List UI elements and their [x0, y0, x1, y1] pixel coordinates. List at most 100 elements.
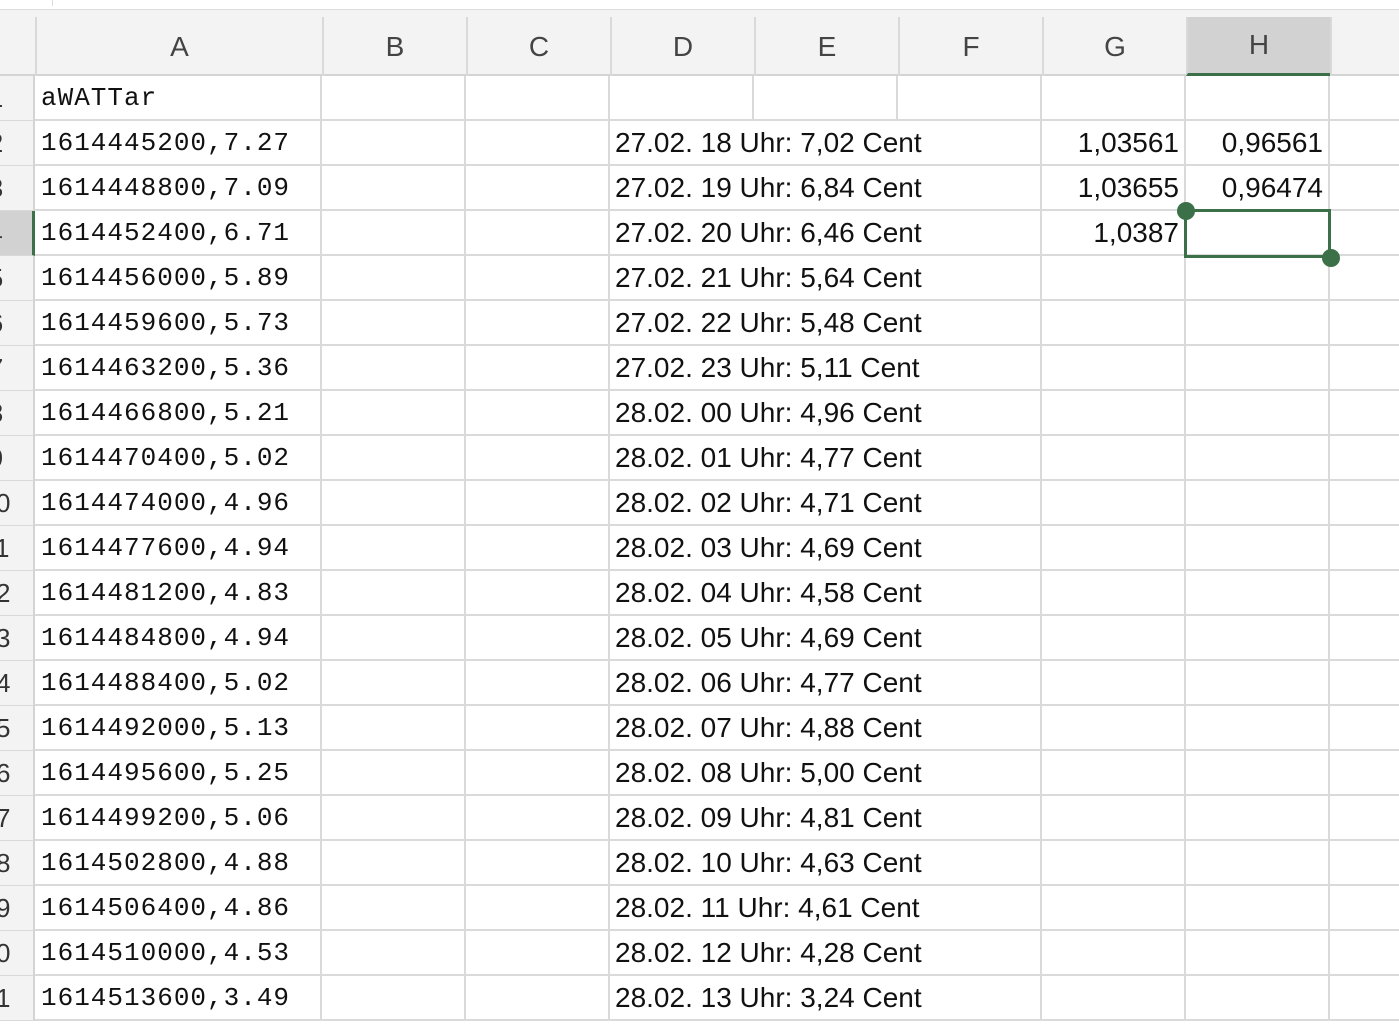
cell-b15[interactable]: [322, 706, 466, 751]
cell-a16[interactable]: 1614495600,5.25: [35, 751, 322, 796]
cell-i21[interactable]: [1330, 976, 1399, 1021]
row-header[interactable]: 15: [0, 706, 35, 751]
cell-i16[interactable]: [1330, 751, 1399, 796]
cell-h15[interactable]: [1186, 706, 1330, 751]
cell-f17[interactable]: [898, 796, 1042, 841]
cell-a4[interactable]: 1614452400,6.71: [35, 211, 322, 256]
cell-g11[interactable]: [1042, 526, 1186, 571]
row-header[interactable]: 21: [0, 976, 35, 1021]
cell-a10[interactable]: 1614474000,4.96: [35, 481, 322, 526]
cell-g17[interactable]: [1042, 796, 1186, 841]
cell-f16[interactable]: [898, 751, 1042, 796]
cell-d3[interactable]: 27.02. 19 Uhr: 6,84 Cent: [610, 166, 922, 211]
row-header[interactable]: 3: [0, 166, 35, 211]
selection-handle-bottom-right[interactable]: [1322, 249, 1340, 267]
cell-f7[interactable]: [898, 346, 1042, 391]
cell-g5[interactable]: [1042, 256, 1186, 301]
cell-b8[interactable]: [322, 391, 466, 436]
cell-c18[interactable]: [466, 841, 610, 886]
row-header[interactable]: 7: [0, 346, 35, 391]
cell-d10[interactable]: 28.02. 02 Uhr: 4,71 Cent: [610, 481, 922, 526]
row-header[interactable]: 2: [0, 121, 35, 166]
cell-b5[interactable]: [322, 256, 466, 301]
cell-a6[interactable]: 1614459600,5.73: [35, 301, 322, 346]
cell-c5[interactable]: [466, 256, 610, 301]
cell-i19[interactable]: [1330, 886, 1399, 931]
cell-d2[interactable]: 27.02. 18 Uhr: 7,02 Cent: [610, 121, 922, 166]
cell-b16[interactable]: [322, 751, 466, 796]
cell-e13[interactable]: [754, 616, 898, 661]
cell-c14[interactable]: [466, 661, 610, 706]
cell-h14[interactable]: [1186, 661, 1330, 706]
cell-h2[interactable]: 0,96561: [1186, 121, 1330, 166]
row-header[interactable]: 4: [0, 211, 35, 256]
cell-c2[interactable]: [466, 121, 610, 166]
cell-h8[interactable]: [1186, 391, 1330, 436]
cell-f3[interactable]: [898, 166, 1042, 211]
cell-b13[interactable]: [322, 616, 466, 661]
cell-i10[interactable]: [1330, 481, 1399, 526]
cell-i6[interactable]: [1330, 301, 1399, 346]
cell-e17[interactable]: [754, 796, 898, 841]
cell-g1[interactable]: [1042, 76, 1186, 121]
cell-a8[interactable]: 1614466800,5.21: [35, 391, 322, 436]
cell-c15[interactable]: [466, 706, 610, 751]
cell-i12[interactable]: [1330, 571, 1399, 616]
cell-g7[interactable]: [1042, 346, 1186, 391]
cell-e21[interactable]: [754, 976, 898, 1021]
cell-c16[interactable]: [466, 751, 610, 796]
row-header[interactable]: 1: [0, 76, 35, 121]
cell-g2[interactable]: 1,03561: [1042, 121, 1186, 166]
cell-a2[interactable]: 1614445200,7.27: [35, 121, 322, 166]
cell-d20[interactable]: 28.02. 12 Uhr: 4,28 Cent: [610, 931, 922, 976]
cell-d4[interactable]: 27.02. 20 Uhr: 6,46 Cent: [610, 211, 922, 256]
cell-g6[interactable]: [1042, 301, 1186, 346]
cell-i17[interactable]: [1330, 796, 1399, 841]
cell-a13[interactable]: 1614484800,4.94: [35, 616, 322, 661]
cell-b9[interactable]: [322, 436, 466, 481]
row-header[interactable]: 20: [0, 931, 35, 976]
row-header[interactable]: 19: [0, 886, 35, 931]
cell-e12[interactable]: [754, 571, 898, 616]
cell-b21[interactable]: [322, 976, 466, 1021]
cell-e16[interactable]: [754, 751, 898, 796]
cell-g14[interactable]: [1042, 661, 1186, 706]
cell-h20[interactable]: [1186, 931, 1330, 976]
cell-h3[interactable]: 0,96474: [1186, 166, 1330, 211]
cell-g10[interactable]: [1042, 481, 1186, 526]
cell-b4[interactable]: [322, 211, 466, 256]
cell-b12[interactable]: [322, 571, 466, 616]
row-header[interactable]: 16: [0, 751, 35, 796]
row-header[interactable]: 9: [0, 436, 35, 481]
cell-a17[interactable]: 1614499200,5.06: [35, 796, 322, 841]
cell-i15[interactable]: [1330, 706, 1399, 751]
cell-i4[interactable]: [1330, 211, 1399, 256]
cell-h13[interactable]: [1186, 616, 1330, 661]
cell-i9[interactable]: [1330, 436, 1399, 481]
column-header-b[interactable]: B: [322, 17, 466, 76]
cell-b11[interactable]: [322, 526, 466, 571]
cell-f11[interactable]: [898, 526, 1042, 571]
cell-a1[interactable]: aWATTar: [35, 76, 322, 121]
cell-d11[interactable]: 28.02. 03 Uhr: 4,69 Cent: [610, 526, 922, 571]
cell-c11[interactable]: [466, 526, 610, 571]
cell-i7[interactable]: [1330, 346, 1399, 391]
selected-cell-H4[interactable]: [1184, 209, 1331, 258]
cell-i18[interactable]: [1330, 841, 1399, 886]
cell-b7[interactable]: [322, 346, 466, 391]
cell-h18[interactable]: [1186, 841, 1330, 886]
column-header-c[interactable]: C: [466, 17, 610, 76]
cell-a20[interactable]: 1614510000,4.53: [35, 931, 322, 976]
cell-g20[interactable]: [1042, 931, 1186, 976]
cell-h19[interactable]: [1186, 886, 1330, 931]
cell-c20[interactable]: [466, 931, 610, 976]
cell-b14[interactable]: [322, 661, 466, 706]
cell-d19[interactable]: 28.02. 11 Uhr: 4,61 Cent: [610, 886, 920, 931]
cell-d21[interactable]: 28.02. 13 Uhr: 3,24 Cent: [610, 976, 922, 1021]
cell-i3[interactable]: [1330, 166, 1399, 211]
cell-b6[interactable]: [322, 301, 466, 346]
cell-a5[interactable]: 1614456000,5.89: [35, 256, 322, 301]
cell-a19[interactable]: 1614506400,4.86: [35, 886, 322, 931]
row-header[interactable]: 12: [0, 571, 35, 616]
row-header[interactable]: 14: [0, 661, 35, 706]
